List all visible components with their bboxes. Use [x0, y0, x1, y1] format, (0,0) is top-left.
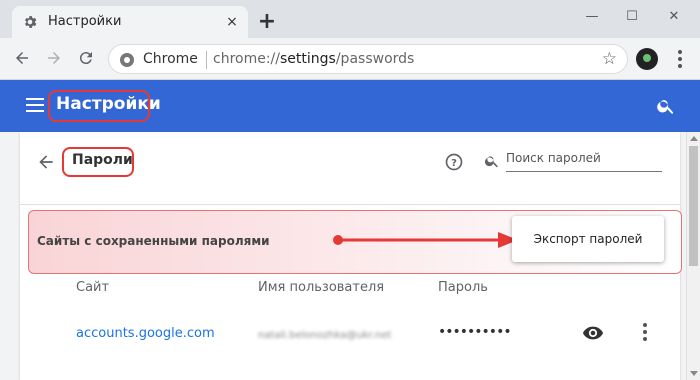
- search-passwords-input[interactable]: Поиск паролей: [506, 148, 662, 172]
- reload-button[interactable]: [74, 46, 98, 70]
- back-button[interactable]: [10, 46, 34, 70]
- scrollbar[interactable]: [686, 132, 700, 380]
- settings-header: Настройки: [0, 80, 700, 132]
- minimize-button[interactable]: —: [580, 6, 604, 26]
- bookmark-star-icon[interactable]: ☆: [602, 49, 617, 69]
- browser-window: Настройки × + — ☐ ✕ Chrome chrome://sett…: [0, 0, 700, 380]
- url-text: chrome://settings/passwords: [213, 51, 414, 67]
- password-row-site-link[interactable]: accounts.google.com: [76, 326, 215, 341]
- scroll-up-arrow-icon[interactable]: [690, 136, 698, 141]
- reload-icon: [79, 52, 92, 65]
- forward-arrow-icon: [48, 52, 60, 64]
- url-scheme: chrome://: [213, 51, 280, 67]
- gear-icon: [25, 16, 37, 28]
- help-icon[interactable]: ?: [444, 152, 464, 172]
- back-arrow-icon[interactable]: [36, 152, 56, 172]
- omnibox-divider: [206, 51, 207, 69]
- password-row-password: ••••••••••: [438, 324, 512, 340]
- tab-settings[interactable]: Настройки ×: [12, 6, 248, 38]
- url-host: settings: [280, 51, 336, 67]
- forward-button[interactable]: [42, 46, 66, 70]
- scrollbar-thumb[interactable]: [689, 146, 698, 266]
- close-window-button[interactable]: ✕: [662, 6, 686, 26]
- hamburger-menu-icon[interactable]: [26, 98, 44, 112]
- site-chip: Chrome: [143, 51, 198, 67]
- profile-avatar[interactable]: [636, 48, 658, 70]
- password-row-username: natali.belonozhka@ukr.net: [258, 328, 416, 341]
- divider: [20, 204, 680, 205]
- annotation-arrow: [333, 232, 518, 248]
- browser-toolbar: Chrome chrome://settings/passwords ☆: [0, 38, 700, 80]
- username-text: natali.belonozhka@ukr.net: [258, 330, 392, 341]
- export-passwords-button[interactable]: Экспорт паролей: [512, 216, 664, 262]
- tab-close-icon[interactable]: ×: [222, 12, 242, 32]
- browser-menu-icon[interactable]: [672, 48, 688, 70]
- section-highlight-annotation: [62, 147, 134, 177]
- column-header-password: Пароль: [438, 280, 488, 295]
- saved-passwords-heading: Сайты с сохраненными паролями: [37, 234, 270, 248]
- eye-icon[interactable]: [582, 324, 604, 342]
- back-arrow-icon: [16, 52, 28, 64]
- scroll-down-arrow-icon[interactable]: [690, 371, 698, 376]
- search-icon[interactable]: [656, 96, 676, 116]
- new-tab-button[interactable]: +: [256, 11, 278, 34]
- column-header-username: Имя пользователя: [258, 280, 385, 295]
- svg-text:?: ?: [451, 158, 457, 169]
- search-icon: [484, 156, 498, 168]
- row-more-actions-icon[interactable]: [640, 322, 650, 342]
- tab-strip: Настройки × + — ☐ ✕: [0, 0, 700, 38]
- address-bar[interactable]: Chrome chrome://settings/passwords ☆: [108, 44, 628, 74]
- url-path: /passwords: [335, 51, 415, 67]
- chrome-page-icon: [120, 53, 134, 67]
- tab-title: Настройки: [48, 14, 122, 29]
- column-header-site: Сайт: [76, 280, 110, 295]
- settings-page: Пароли ? Поиск паролей Сайты с сохраненн…: [0, 132, 700, 380]
- maximize-button[interactable]: ☐: [620, 6, 644, 26]
- title-highlight-annotation: [48, 90, 150, 122]
